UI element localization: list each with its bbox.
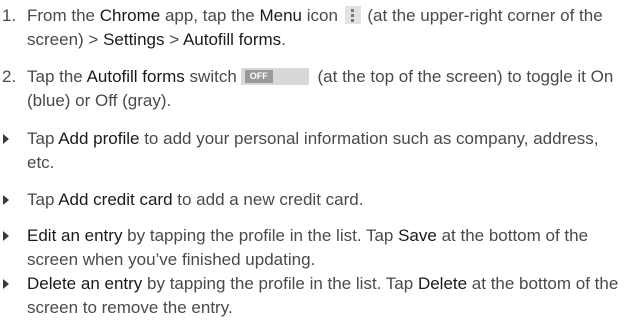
bullet-arrow-icon [3,195,9,205]
bullet-add-credit-card: Tap Add credit card to add a new credit … [0,188,630,212]
autofill-forms-term: Autofill forms [86,67,185,86]
bullet-delete-entry: Delete an entry by tapping the profile i… [0,272,630,320]
step-2: 2. Tap the Autofill forms switch OFF (at … [0,65,630,113]
delete-term: Delete [417,274,468,293]
instructions-page: 1. From the Chrome app, tap the Menu ico… [0,0,639,318]
edit-entry-term: Edit an entry [27,226,123,245]
delete-entry-term: Delete an entry [27,274,143,293]
bullet-arrow-icon [3,279,9,289]
add-profile-term: Add profile [58,129,140,148]
bullet-text: Tap Add credit card to add a new credit … [27,190,364,209]
menu-term: Menu [259,6,302,25]
bullet-edit-entry: Edit an entry by tapping the profile in … [0,224,630,272]
add-credit-card-term: Add credit card [58,190,173,209]
save-term: Save [398,226,437,245]
bullet-text: Tap Add profile to add your personal inf… [27,129,599,172]
step-text: Tap the Autofill forms switch OFF (at the… [27,67,614,110]
autofill-forms-term: Autofill forms [182,30,282,49]
bullet-text: Edit an entry by tapping the profile in … [27,226,589,269]
bullet-add-profile: Tap Add profile to add your personal inf… [0,127,630,175]
bullet-text: Delete an entry by tapping the profile i… [27,274,619,317]
menu-icon [344,6,361,24]
chrome-app-term: Chrome [99,6,161,25]
autofill-toggle-icon: OFF [240,68,309,85]
bullet-arrow-icon [3,134,9,144]
step-text: From the Chrome app, tap the Menu icon (… [27,6,603,49]
settings-term: Settings [103,30,165,49]
bullet-arrow-icon [3,231,9,241]
step-1: 1. From the Chrome app, tap the Menu ico… [0,4,630,52]
toggle-off-label: OFF [244,70,273,83]
step-number: 1. [2,6,17,25]
step-number: 2. [2,67,17,86]
